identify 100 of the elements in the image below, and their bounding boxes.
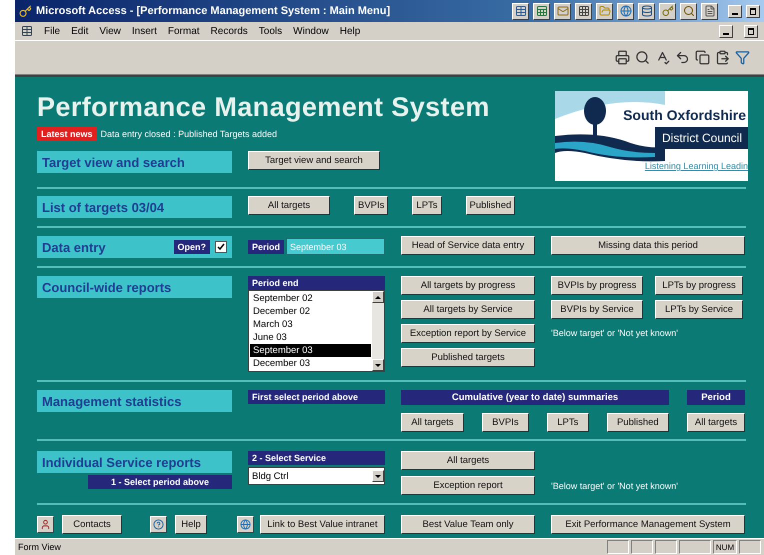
report-button[interactable]: LPTs by Service — [655, 300, 743, 319]
menu-item[interactable]: Tools — [258, 26, 282, 36]
menu-item[interactable]: Insert — [132, 26, 157, 36]
report-button[interactable]: Published targets — [401, 348, 535, 367]
report-button[interactable]: BVPIs by progress — [551, 276, 643, 295]
undo-icon[interactable] — [675, 50, 690, 65]
menu-item[interactable]: File — [44, 26, 60, 36]
logo-name: South Oxfordshire — [623, 107, 747, 123]
report-button[interactable]: Best Value Team only — [401, 515, 535, 534]
section-label: Individual Service reports — [37, 451, 232, 473]
report-button[interactable]: All targets — [401, 413, 464, 432]
menu-item[interactable]: Records — [210, 26, 248, 36]
hint-text: First select period above — [248, 390, 385, 404]
report-button[interactable]: Missing data this period — [551, 236, 745, 255]
step-one-text: 1 - Select period above — [88, 475, 232, 489]
table-icon[interactable] — [512, 2, 529, 20]
report-button[interactable]: All targets — [248, 196, 330, 215]
help-icon[interactable] — [150, 516, 167, 533]
copy-icon[interactable] — [695, 50, 710, 65]
form-icon — [21, 25, 33, 37]
report-button[interactable]: BVPIs — [354, 196, 388, 215]
minimize-button[interactable] — [728, 4, 742, 18]
list-item[interactable]: December 02 — [250, 305, 371, 318]
status-panel — [655, 540, 677, 554]
section-label: List of targets 03/04 — [37, 196, 232, 218]
key-icon — [19, 4, 32, 18]
globe-icon[interactable] — [237, 516, 254, 533]
report-button[interactable]: All targets by progress — [401, 276, 535, 295]
paste-icon[interactable] — [715, 50, 730, 65]
minimize-button[interactable] — [719, 24, 733, 38]
menu-item[interactable]: Window — [293, 26, 329, 36]
mail-icon[interactable] — [554, 2, 571, 20]
spellcheck-icon[interactable] — [655, 50, 670, 65]
grid-icon[interactable] — [575, 2, 592, 20]
period-list[interactable]: September 02 December 02 March 03 June 03 September 03 December 03 — [248, 290, 385, 372]
report-button[interactable]: LPTs — [546, 413, 589, 432]
list-item[interactable]: December 03 — [250, 357, 371, 370]
report-button[interactable]: Published — [466, 196, 516, 215]
checked-checkbox[interactable] — [215, 241, 227, 253]
report-button[interactable]: Head of Service data entry — [401, 236, 535, 255]
key-icon[interactable] — [659, 2, 676, 20]
globe-icon[interactable] — [617, 2, 634, 20]
section-label: Target view and search — [37, 151, 232, 173]
report-button[interactable]: Published — [606, 413, 669, 432]
note-text: 'Below target' or 'Not yet known' — [551, 481, 679, 491]
status-panel — [631, 540, 653, 554]
document-icon[interactable] — [701, 2, 718, 20]
maximize-button[interactable] — [746, 4, 760, 18]
report-button[interactable]: Exception report — [401, 476, 535, 495]
news-badge: Latest news — [37, 127, 97, 141]
report-button[interactable]: Help — [175, 515, 207, 534]
menu-item[interactable]: Help — [340, 26, 360, 36]
report-button[interactable]: Exception report by Service — [401, 324, 535, 343]
report-button[interactable]: BVPIs — [482, 413, 529, 432]
target-view-button[interactable]: Target view and search — [248, 151, 380, 170]
list-item[interactable]: September 02 — [250, 292, 371, 305]
news-text: Data entry closed : Published Targets added — [100, 129, 277, 139]
section-label: Data entry Open? — [37, 236, 232, 258]
section-label: Management statistics — [37, 390, 232, 412]
menu-item[interactable]: Edit — [71, 26, 88, 36]
search-icon[interactable] — [635, 50, 650, 65]
printer-icon[interactable] — [615, 50, 630, 65]
list-item[interactable]: June 03 — [250, 331, 371, 344]
report-button[interactable]: BVPIs by Service — [551, 300, 643, 319]
contact-icon[interactable] — [37, 516, 54, 533]
report-button[interactable]: Link to Best Value intranet — [260, 515, 385, 534]
report-button[interactable]: All targets — [687, 413, 745, 432]
logo-subtitle: District Council — [662, 131, 742, 145]
service-dropdown[interactable]: Bldg Ctrl — [248, 467, 385, 485]
logo-tagline: Listening Learning Leadin — [644, 161, 748, 171]
form-title: Performance Management System — [37, 91, 490, 123]
database-icon[interactable] — [638, 2, 655, 20]
list-item[interactable]: March 03 — [250, 318, 371, 331]
report-button[interactable]: LPTs by progress — [655, 276, 743, 295]
report-button[interactable]: Exit Performance Management System — [551, 515, 745, 534]
scroll-down-button[interactable] — [372, 470, 384, 482]
report-button[interactable]: All targets — [401, 451, 535, 470]
period-header: Period — [687, 390, 745, 405]
report-button[interactable]: All targets by Service — [401, 300, 535, 319]
folder-icon[interactable] — [596, 2, 613, 20]
dropdown-value: Bldg Ctrl — [252, 470, 288, 482]
note-text: 'Below target' or 'Not yet known' — [551, 328, 678, 338]
report-button[interactable]: Contacts — [62, 515, 122, 534]
step-two-header: 2 - Select Service — [248, 451, 385, 465]
menu-item[interactable]: Format — [168, 26, 200, 36]
scroll-up-button[interactable] — [372, 291, 384, 303]
spreadsheet-icon[interactable] — [533, 2, 550, 20]
num-lock-indicator: NUM — [713, 540, 737, 554]
maximize-button[interactable] — [744, 24, 758, 38]
list-item[interactable]: September 03 — [250, 344, 371, 357]
open-label: Open? — [174, 240, 210, 254]
report-button[interactable]: LPTs — [412, 196, 442, 215]
status-panel — [607, 540, 629, 554]
status-panel — [679, 540, 711, 554]
scroll-down-button[interactable] — [372, 359, 384, 371]
menu-item[interactable]: View — [99, 26, 121, 36]
period-end-header: Period end — [248, 276, 385, 290]
search-icon[interactable] — [680, 2, 697, 20]
status-panel — [739, 540, 761, 554]
filter-icon[interactable] — [735, 50, 750, 65]
